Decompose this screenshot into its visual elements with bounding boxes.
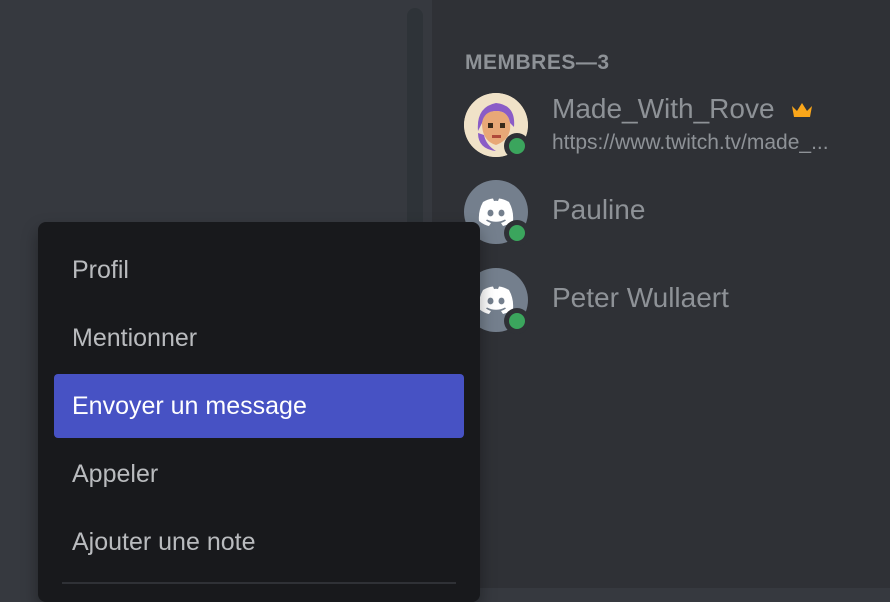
- crown-icon: [790, 95, 814, 127]
- online-status-icon: [504, 220, 530, 246]
- member-activity: https://www.twitch.tv/made_...: [552, 131, 829, 154]
- menu-item-profil[interactable]: Profil: [54, 238, 464, 302]
- member-name: Pauline: [552, 194, 646, 225]
- context-menu: Profil Mentionner Envoyer un message App…: [38, 222, 480, 602]
- member-name: Peter Wullaert: [552, 282, 729, 313]
- member-item-pauline[interactable]: Pauline: [464, 180, 884, 246]
- member-item-made-with-rove[interactable]: Made_With_Rove https://www.twitch.tv/mad…: [464, 93, 884, 159]
- menu-item-envoyer-un-message[interactable]: Envoyer un message: [54, 374, 464, 438]
- member-item-peter-wullaert[interactable]: Peter Wullaert: [464, 268, 884, 334]
- menu-item-appeler[interactable]: Appeler: [54, 442, 464, 506]
- menu-separator: [62, 582, 456, 584]
- menu-item-mentionner[interactable]: Mentionner: [54, 306, 464, 370]
- menu-item-ajouter-une-note[interactable]: Ajouter une note: [54, 510, 464, 574]
- member-list: MEMBRES—3 Made_With_Rove https://www.twi…: [432, 0, 890, 588]
- online-status-icon: [504, 308, 530, 334]
- member-list-header: MEMBRES—3: [465, 51, 610, 74]
- member-name: Made_With_Rove: [552, 93, 775, 124]
- online-status-icon: [504, 133, 530, 159]
